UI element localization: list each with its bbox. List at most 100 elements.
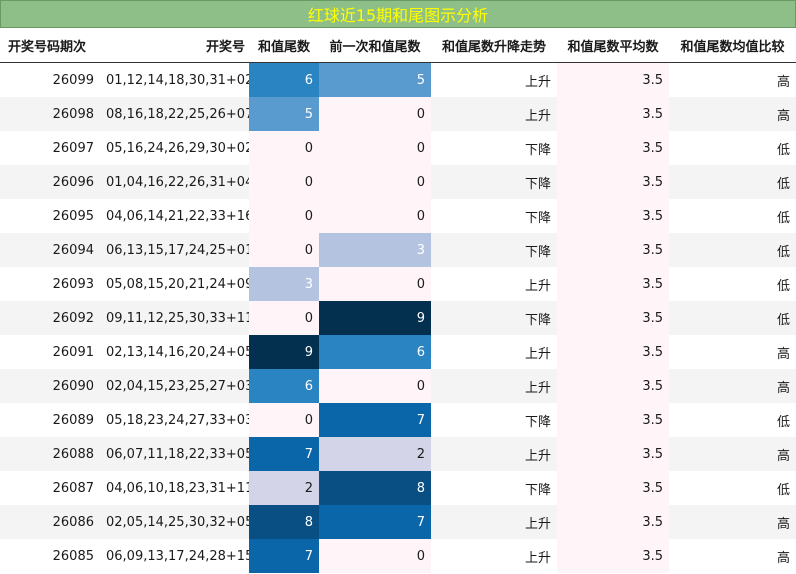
col-header-numbers: 开奖号 (100, 28, 249, 63)
table-row: 26091 02,13,14,16,20,24+05 9 6 上升 3.5 高 (0, 335, 796, 369)
cell-numbers: 09,11,12,25,30,33+11 (100, 301, 249, 335)
cell-prev-tail: 0 (319, 97, 431, 131)
cell-compare: 高 (669, 505, 796, 539)
cell-avg: 3.5 (557, 505, 669, 539)
cell-compare: 低 (669, 471, 796, 505)
cell-period: 26091 (0, 335, 100, 369)
cell-compare: 高 (669, 539, 796, 573)
cell-tail: 6 (249, 62, 319, 97)
cell-period: 26096 (0, 165, 100, 199)
cell-tail: 8 (249, 505, 319, 539)
cell-tail: 3 (249, 267, 319, 301)
cell-compare: 低 (669, 301, 796, 335)
cell-trend: 上升 (431, 97, 557, 131)
cell-avg: 3.5 (557, 62, 669, 97)
cell-trend: 下降 (431, 131, 557, 165)
cell-tail: 0 (249, 165, 319, 199)
cell-avg: 3.5 (557, 437, 669, 471)
cell-prev-tail: 2 (319, 437, 431, 471)
cell-compare: 低 (669, 233, 796, 267)
cell-prev-tail: 0 (319, 539, 431, 573)
cell-period: 26088 (0, 437, 100, 471)
cell-avg: 3.5 (557, 471, 669, 505)
cell-numbers: 04,06,10,18,23,31+11 (100, 471, 249, 505)
cell-period: 26093 (0, 267, 100, 301)
table-row: 26086 02,05,14,25,30,32+05 8 7 上升 3.5 高 (0, 505, 796, 539)
cell-prev-tail: 9 (319, 301, 431, 335)
table-row: 26095 04,06,14,21,22,33+16 0 0 下降 3.5 低 (0, 199, 796, 233)
cell-period: 26095 (0, 199, 100, 233)
cell-compare: 高 (669, 437, 796, 471)
col-header-period: 开奖号码期次 (0, 28, 100, 63)
cell-tail: 5 (249, 97, 319, 131)
table-row: 26088 06,07,11,18,22,33+05 7 2 上升 3.5 高 (0, 437, 796, 471)
header-row: 开奖号码期次 开奖号 和值尾数 前一次和值尾数 和值尾数升降走势 和值尾数平均数… (0, 28, 796, 63)
cell-compare: 低 (669, 267, 796, 301)
cell-tail: 7 (249, 437, 319, 471)
cell-compare: 高 (669, 369, 796, 403)
cell-trend: 下降 (431, 199, 557, 233)
cell-period: 26099 (0, 62, 100, 97)
cell-period: 26089 (0, 403, 100, 437)
cell-trend: 下降 (431, 233, 557, 267)
cell-avg: 3.5 (557, 131, 669, 165)
table-row: 26099 01,12,14,18,30,31+02 6 5 上升 3.5 高 (0, 62, 796, 97)
cell-trend: 上升 (431, 335, 557, 369)
cell-numbers: 06,13,15,17,24,25+01 (100, 233, 249, 267)
cell-numbers: 02,05,14,25,30,32+05 (100, 505, 249, 539)
table-row: 26094 06,13,15,17,24,25+01 0 3 下降 3.5 低 (0, 233, 796, 267)
table-row: 26093 05,08,15,20,21,24+09 3 0 上升 3.5 低 (0, 267, 796, 301)
col-header-tail: 和值尾数 (249, 28, 319, 63)
cell-compare: 高 (669, 335, 796, 369)
cell-period: 26094 (0, 233, 100, 267)
cell-period: 26090 (0, 369, 100, 403)
cell-avg: 3.5 (557, 267, 669, 301)
cell-prev-tail: 6 (319, 335, 431, 369)
cell-trend: 上升 (431, 437, 557, 471)
cell-prev-tail: 5 (319, 62, 431, 97)
table-row: 26087 04,06,10,18,23,31+11 2 8 下降 3.5 低 (0, 471, 796, 505)
tail-analysis-table: 开奖号码期次 开奖号 和值尾数 前一次和值尾数 和值尾数升降走势 和值尾数平均数… (0, 28, 796, 573)
cell-period: 26086 (0, 505, 100, 539)
cell-compare: 低 (669, 199, 796, 233)
cell-period: 26097 (0, 131, 100, 165)
cell-trend: 下降 (431, 403, 557, 437)
cell-avg: 3.5 (557, 335, 669, 369)
cell-numbers: 05,08,15,20,21,24+09 (100, 267, 249, 301)
cell-compare: 低 (669, 403, 796, 437)
cell-prev-tail: 0 (319, 369, 431, 403)
cell-period: 26085 (0, 539, 100, 573)
cell-tail: 0 (249, 131, 319, 165)
table-row: 26096 01,04,16,22,26,31+04 0 0 下降 3.5 低 (0, 165, 796, 199)
cell-trend: 上升 (431, 539, 557, 573)
cell-trend: 上升 (431, 369, 557, 403)
cell-avg: 3.5 (557, 165, 669, 199)
cell-trend: 上升 (431, 267, 557, 301)
cell-prev-tail: 8 (319, 471, 431, 505)
col-header-prev-tail: 前一次和值尾数 (319, 28, 431, 63)
cell-prev-tail: 0 (319, 199, 431, 233)
cell-avg: 3.5 (557, 97, 669, 131)
table-title: 红球近15期和尾图示分析 (0, 0, 796, 28)
table-row: 26090 02,04,15,23,25,27+03 6 0 上升 3.5 高 (0, 369, 796, 403)
cell-trend: 上升 (431, 505, 557, 539)
cell-avg: 3.5 (557, 369, 669, 403)
cell-numbers: 01,12,14,18,30,31+02 (100, 62, 249, 97)
cell-trend: 下降 (431, 471, 557, 505)
cell-prev-tail: 0 (319, 267, 431, 301)
cell-period: 26092 (0, 301, 100, 335)
cell-tail: 0 (249, 301, 319, 335)
cell-period: 26087 (0, 471, 100, 505)
cell-trend: 下降 (431, 301, 557, 335)
cell-tail: 9 (249, 335, 319, 369)
cell-numbers: 02,13,14,16,20,24+05 (100, 335, 249, 369)
table-row: 26097 05,16,24,26,29,30+02 0 0 下降 3.5 低 (0, 131, 796, 165)
cell-avg: 3.5 (557, 233, 669, 267)
cell-avg: 3.5 (557, 539, 669, 573)
cell-prev-tail: 3 (319, 233, 431, 267)
cell-tail: 0 (249, 199, 319, 233)
cell-tail: 7 (249, 539, 319, 573)
col-header-compare: 和值尾数均值比较 (669, 28, 796, 63)
cell-avg: 3.5 (557, 301, 669, 335)
cell-tail: 0 (249, 403, 319, 437)
